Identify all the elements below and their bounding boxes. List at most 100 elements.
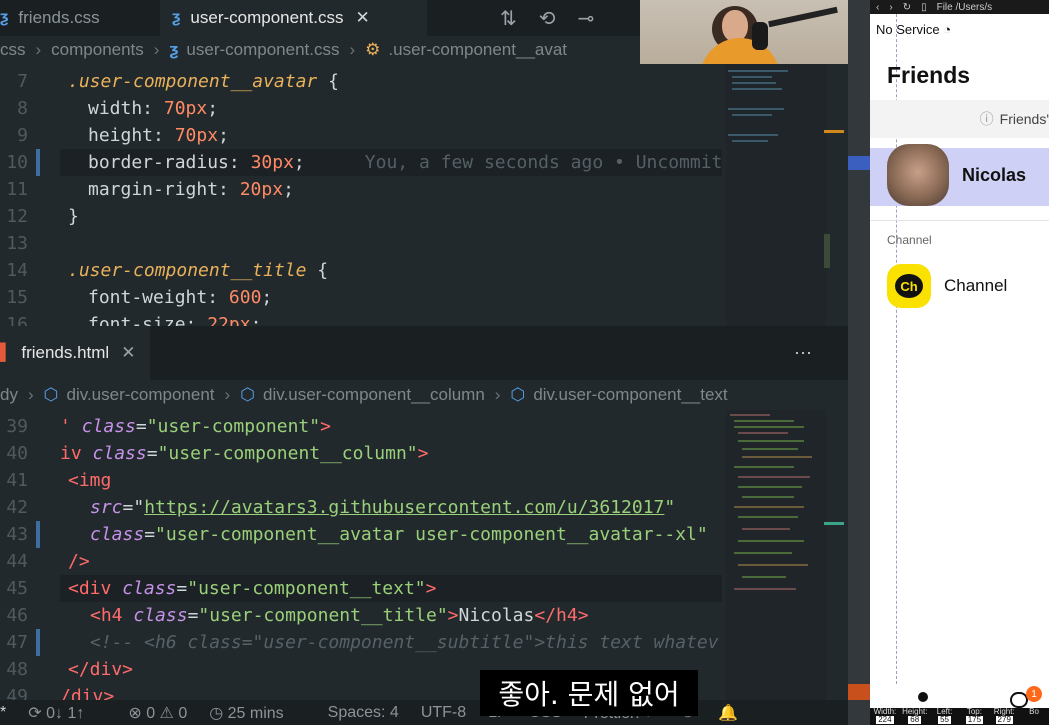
semicolon: ;: [261, 287, 273, 308]
brace: }: [68, 206, 79, 227]
css-icon: ƺ: [172, 9, 181, 26]
divider: [870, 220, 1049, 221]
line-number: 13: [6, 233, 28, 254]
git-commit-icon[interactable]: ⊸: [578, 6, 595, 31]
editor-actions: ⇅ ⟲ ⊸: [500, 0, 594, 36]
css-property: border-radius:: [88, 152, 251, 173]
git-blame-annotation: You, a few seconds ago • Uncommit: [364, 152, 723, 173]
avatar-url-link[interactable]: https://avatars3.githubusercontent.com/u…: [144, 497, 664, 518]
person-icon[interactable]: [918, 692, 928, 702]
breadcrumb-item[interactable]: user-component.css: [186, 40, 339, 60]
notifications-icon[interactable]: 🔔: [718, 703, 738, 723]
line-number: 47: [6, 632, 28, 653]
more-actions-icon[interactable]: ···: [794, 342, 812, 363]
css-value: 70px: [163, 98, 208, 119]
css-property: height:: [88, 125, 175, 146]
source-control-compare-icon[interactable]: ⇅: [500, 6, 517, 31]
channel-icon: Ch: [887, 264, 931, 308]
webcam-overlay: [640, 0, 848, 65]
minimap-marker: [824, 130, 844, 133]
selector-icon: ⚙: [365, 40, 381, 59]
problems-status[interactable]: ⊗ 0 ⚠ 0: [128, 703, 187, 723]
line-number: 41: [6, 470, 28, 491]
line-number: 9: [17, 125, 28, 146]
css-property: font-weight:: [88, 287, 229, 308]
line-number: 10: [6, 152, 28, 173]
line-number: 48: [6, 659, 28, 680]
breadcrumb-item[interactable]: div.user-component: [66, 385, 214, 405]
section-header: Channel: [887, 233, 932, 247]
avatar: [887, 144, 949, 206]
code-icon[interactable]: [848, 684, 870, 700]
close-icon[interactable]: ✕: [121, 343, 135, 363]
breadcrumb-item[interactable]: div.user-component__text: [533, 385, 727, 405]
reload-icon[interactable]: ↻: [903, 2, 911, 13]
breadcrumb-item[interactable]: components: [51, 40, 144, 60]
bookmark-icon[interactable]: ▯: [921, 2, 927, 13]
html-icon: ▌: [0, 344, 12, 361]
tab-friends-html[interactable]: ▌ friends.html ✕: [0, 326, 150, 380]
minimap[interactable]: [726, 64, 844, 326]
html-editor[interactable]: 39 ' class="user-component"> 40 iv class="…: [0, 410, 848, 700]
line-number: 43: [6, 524, 28, 545]
back-icon[interactable]: ‹: [876, 2, 879, 13]
line-number: 7: [17, 71, 28, 92]
line-number: 45: [6, 578, 28, 599]
element-dimensions-bar: Width: 224 Height: 68 Left: 55 Top: 175 Righ…: [870, 708, 1049, 725]
indentation-status[interactable]: Spaces: 4: [328, 704, 399, 722]
status-bar: * ⟳ 0↓ 1↑ ⊗ 0 ⚠ 0 ◷ 25 mins Spaces: 4 UT…: [0, 700, 848, 725]
url-field[interactable]: File /Users/s: [937, 2, 993, 13]
close-icon[interactable]: ✕: [356, 8, 370, 28]
sync-status[interactable]: ⟳ 0↓ 1↑: [28, 703, 106, 723]
line-number: 49: [6, 686, 28, 700]
friends-banner[interactable]: ⓘ Friends': [870, 100, 1049, 138]
line-number: 14: [6, 260, 28, 281]
line-number: 16: [6, 314, 28, 326]
tab-label: friends.css: [18, 8, 100, 27]
css-value: 600: [228, 287, 262, 308]
line-number: 46: [6, 605, 28, 626]
browser-toolbar: ‹ › ↻ ▯ File /Users/s: [870, 0, 1049, 14]
scrollbar-thumb[interactable]: [824, 234, 830, 268]
line-number: 40: [6, 443, 28, 464]
css-property: margin-right:: [88, 179, 240, 200]
microphone: [752, 22, 768, 50]
css-editor[interactable]: 7 .user-component__avatar { 8 width: 70px;…: [0, 64, 848, 326]
page-title: Friends: [887, 62, 971, 88]
line-number: 39: [6, 416, 28, 437]
forward-icon[interactable]: ›: [889, 2, 892, 13]
wifi-icon: ◔: [943, 22, 952, 37]
breadcrumb-item[interactable]: dy: [0, 385, 18, 405]
breadcrumb-item[interactable]: .user-component__avat: [388, 40, 567, 60]
tab-label: user-component.css: [190, 8, 344, 27]
go-back-icon[interactable]: ⟲: [539, 6, 556, 31]
semicolon: ;: [207, 98, 219, 119]
line-number: 8: [17, 98, 28, 119]
element-marker: [848, 156, 870, 170]
minimap-marker: [824, 522, 844, 525]
css-property: width:: [88, 98, 164, 119]
css-value: 30px: [250, 152, 294, 173]
time-tracker[interactable]: ◷ 25 mins: [209, 703, 305, 723]
brace: {: [306, 260, 329, 281]
presenter-shirt: [700, 38, 780, 65]
tab-friends-css[interactable]: ƺ friends.css: [0, 0, 150, 36]
presenter-face: [722, 10, 748, 42]
css-property: font-size:: [88, 314, 208, 326]
video-subtitle: 좋아. 문제 없어: [480, 670, 698, 716]
encoding-status[interactable]: UTF-8: [421, 704, 466, 722]
user-name: Nicolas: [962, 165, 1027, 185]
channel-name[interactable]: Channel: [944, 276, 1007, 296]
element-icon: ⬡: [43, 385, 59, 404]
phone-preview: No Service ◔ Friends ⓘ Friends' Nicolas C…: [870, 14, 1049, 708]
tab-user-component-css[interactable]: ƺ user-component.css ✕: [160, 0, 427, 38]
breadcrumb: css › components › ƺ user-component.css …: [0, 36, 640, 64]
css-selector: .user-component__avatar: [68, 71, 318, 92]
breadcrumb-item[interactable]: div.user-component__column: [263, 385, 485, 405]
element-icon: ⬡: [240, 385, 256, 404]
css-value: 20px: [239, 179, 284, 200]
minimap[interactable]: [726, 410, 844, 700]
line-number: 11: [6, 179, 28, 200]
breadcrumb-item[interactable]: css: [0, 40, 26, 60]
semicolon: ;: [283, 179, 294, 200]
